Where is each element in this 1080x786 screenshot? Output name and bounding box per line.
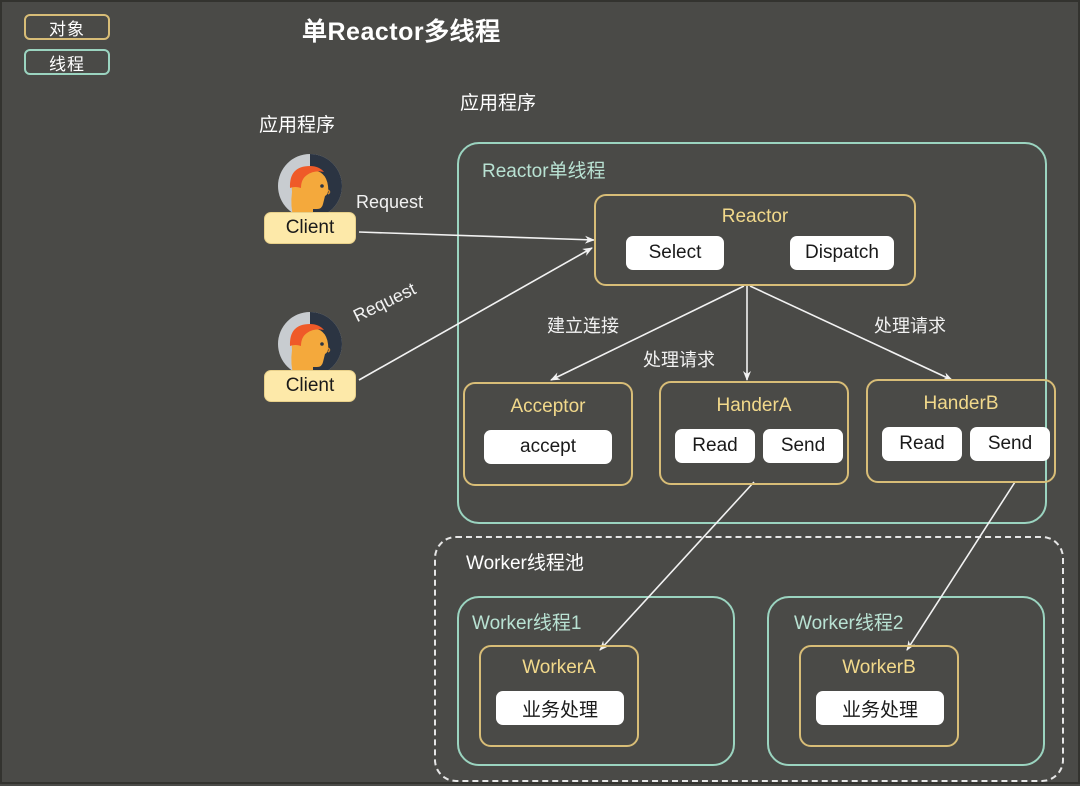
user-avatar-icon: [278, 312, 342, 378]
workerb-action-business[interactable]: 业务处理: [816, 691, 944, 725]
handera-object-title: HanderA: [716, 395, 792, 416]
arrow-label-process-request-2: 处理请求: [874, 316, 946, 336]
acceptor-object-box: Acceptor accept: [463, 382, 633, 486]
client-label-2[interactable]: Client: [264, 370, 356, 402]
diagram-title: 单Reactor多线程: [302, 18, 501, 46]
handerb-action-send[interactable]: Send: [970, 427, 1050, 461]
worker-thread-2-title: Worker线程2: [794, 613, 904, 634]
caption-application-right: 应用程序: [460, 93, 537, 114]
legend-thread: 线程: [24, 49, 110, 75]
workera-action-business[interactable]: 业务处理: [496, 691, 624, 725]
handera-action-read[interactable]: Read: [675, 429, 755, 463]
handerb-action-read[interactable]: Read: [882, 427, 962, 461]
handerb-object-box: HanderB Read Send: [866, 379, 1056, 483]
arrow-label-establish-connection: 建立连接: [547, 316, 619, 336]
acceptor-object-title: Acceptor: [510, 396, 586, 417]
worker-thread-pool-title: Worker线程池: [466, 553, 584, 574]
legend-object: 对象: [24, 14, 110, 40]
reactor-object-box: Reactor Select Dispatch: [594, 194, 916, 286]
reactor-thread-title: Reactor单线程: [482, 161, 606, 182]
arrow-label-process-request-1: 处理请求: [643, 350, 715, 370]
handerb-object-title: HanderB: [923, 393, 999, 414]
handera-object-box: HanderA Read Send: [659, 381, 849, 485]
workerb-object-box: WorkerB 业务处理: [799, 645, 959, 747]
acceptor-action-accept[interactable]: accept: [484, 430, 612, 464]
workera-object-box: WorkerA 业务处理: [479, 645, 639, 747]
worker-thread-1-title: Worker线程1: [472, 613, 582, 634]
user-avatar-icon: [278, 154, 342, 220]
diagram-canvas: 对象 线程 单Reactor多线程 应用程序 应用程序 Request Requ…: [2, 2, 1078, 782]
reactor-object-title: Reactor: [721, 206, 789, 227]
workerb-object-title: WorkerB: [842, 657, 916, 678]
caption-application-left: 应用程序: [259, 115, 336, 136]
workera-object-title: WorkerA: [522, 657, 596, 678]
arrow-label-request-1: Request: [356, 192, 424, 212]
reactor-action-dispatch[interactable]: Dispatch: [790, 236, 894, 270]
client-label-1[interactable]: Client: [264, 212, 356, 244]
arrow-label-request-2: Request: [350, 278, 420, 326]
handera-action-send[interactable]: Send: [763, 429, 843, 463]
reactor-action-select[interactable]: Select: [626, 236, 724, 270]
